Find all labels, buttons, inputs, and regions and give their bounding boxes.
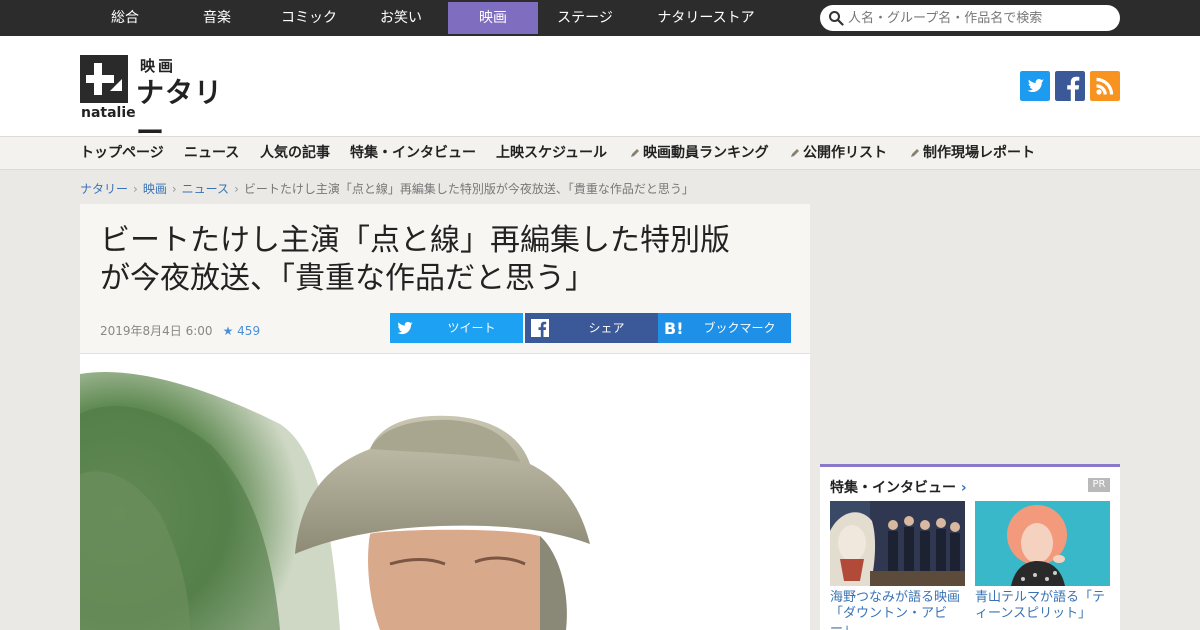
facebook-icon — [531, 319, 549, 337]
nav-top-page[interactable]: トップページ — [80, 137, 164, 169]
feature-card-caption[interactable]: 海野つなみが語る映画「ダウントン・アビー」 — [830, 590, 965, 630]
article-meta: 2019年8月4日 6:00 ★ 459 — [100, 322, 260, 339]
feature-card[interactable]: 青山テルマが語る「ティーンスピリット」 — [975, 501, 1110, 622]
search-box — [820, 5, 1120, 31]
category-tab-owarai[interactable]: お笑い — [356, 2, 446, 34]
breadcrumb-current: ビートたけし主演「点と線」再編集した特別版が今夜放送、「貴重な作品だと思う」 — [243, 182, 694, 196]
twitter-icon[interactable] — [1020, 71, 1050, 101]
search-icon[interactable] — [828, 10, 844, 26]
chevron-right-icon: › — [133, 182, 138, 196]
pencil-icon — [631, 149, 639, 157]
category-tab-general[interactable]: 総合 — [80, 2, 170, 34]
facebook-icon[interactable] — [1055, 71, 1085, 101]
share-button[interactable]: シェア — [525, 313, 658, 343]
feature-card[interactable]: 海野つなみが語る映画「ダウントン・アビー」 — [830, 501, 965, 630]
feature-box-title[interactable]: 特集・インタビュー › — [830, 477, 967, 497]
site-logo[interactable]: 映画 ナタリー natalie — [80, 55, 250, 149]
breadcrumb-link-news[interactable]: ニュース — [182, 182, 229, 196]
nav-features[interactable]: 特集・インタビュー — [350, 137, 476, 169]
chevron-right-icon: › — [234, 182, 239, 196]
category-tab-music[interactable]: 音楽 — [172, 2, 262, 34]
pencil-icon — [911, 149, 919, 157]
nav-release-list-label: 公開作リスト — [803, 145, 887, 161]
feature-card-thumbnail — [975, 501, 1110, 586]
svg-text:B!: B! — [664, 319, 682, 337]
feature-interview-box: 特集・インタビュー › PR 海野つなみが語る映画「ダウントン・アビー」 青山テ… — [820, 464, 1120, 630]
tweet-button[interactable]: ツイート — [390, 313, 523, 343]
article-photo-image — [80, 354, 810, 630]
logo-en: natalie — [81, 105, 136, 121]
nav-schedule[interactable]: 上映スケジュール — [496, 137, 607, 169]
rss-icon[interactable] — [1090, 71, 1120, 101]
article-title: ビートたけし主演「点と線」再編集した特別版 が今夜放送、「貴重な作品だと思う」 — [100, 223, 730, 296]
section-nav: トップページ ニュース 人気の記事 特集・インタビュー 上映スケジュール 映画動… — [0, 136, 1200, 170]
breadcrumb: ナタリー › 映画 › ニュース › ビートたけし主演「点と線」再編集した特別版が今夜放送、… — [80, 180, 694, 197]
article-main-photo — [80, 354, 810, 630]
breadcrumb-link-eiga[interactable]: 映画 — [143, 182, 167, 196]
category-tab-store[interactable]: ナタリーストア — [640, 2, 772, 34]
favorite-count: 459 — [237, 324, 261, 338]
nav-report[interactable]: 制作現場レポート — [910, 137, 1035, 169]
feature-card-caption[interactable]: 青山テルマが語る「ティーンスピリット」 — [975, 590, 1110, 622]
article-header: ビートたけし主演「点と線」再編集した特別版 が今夜放送、「貴重な作品だと思う」 2… — [80, 204, 810, 354]
twitter-icon — [397, 321, 413, 335]
search-input[interactable] — [848, 8, 1108, 28]
category-tab-eiga[interactable]: 映画 — [448, 2, 538, 34]
bookmark-button[interactable]: B! ブックマーク — [658, 313, 791, 343]
nav-popular[interactable]: 人気の記事 — [260, 137, 330, 169]
article-date: 2019年8月4日 6:00 — [100, 324, 213, 338]
chevron-right-icon: › — [960, 480, 967, 496]
star-icon: ★ — [222, 324, 234, 338]
nav-ranking-label: 映画動員ランキング — [643, 145, 769, 161]
category-bar: 総合 音楽 コミック お笑い 映画 ステージ ナタリーストア — [0, 0, 1200, 36]
feature-card-thumbnail — [830, 501, 965, 586]
nav-ranking[interactable]: 映画動員ランキング — [630, 137, 769, 169]
nav-release-list[interactable]: 公開作リスト — [790, 137, 887, 169]
site-header: 映画 ナタリー natalie — [0, 36, 1200, 149]
breadcrumb-link-natalie[interactable]: ナタリー — [80, 182, 128, 196]
nav-report-label: 制作現場レポート — [923, 145, 1035, 161]
pr-badge: PR — [1088, 478, 1110, 492]
chevron-right-icon: › — [171, 182, 177, 196]
feature-card-image — [975, 501, 1110, 586]
pencil-icon — [791, 149, 799, 157]
category-tab-comic[interactable]: コミック — [264, 2, 354, 34]
natalie-logo-mark-icon — [80, 55, 128, 103]
nav-news[interactable]: ニュース — [184, 137, 239, 169]
hatena-bookmark-icon: B! — [664, 319, 682, 337]
category-tab-stage[interactable]: ステージ — [540, 2, 630, 34]
article: ビートたけし主演「点と線」再編集した特別版 が今夜放送、「貴重な作品だと思う」 2… — [80, 204, 810, 630]
feature-card-image — [830, 501, 965, 586]
